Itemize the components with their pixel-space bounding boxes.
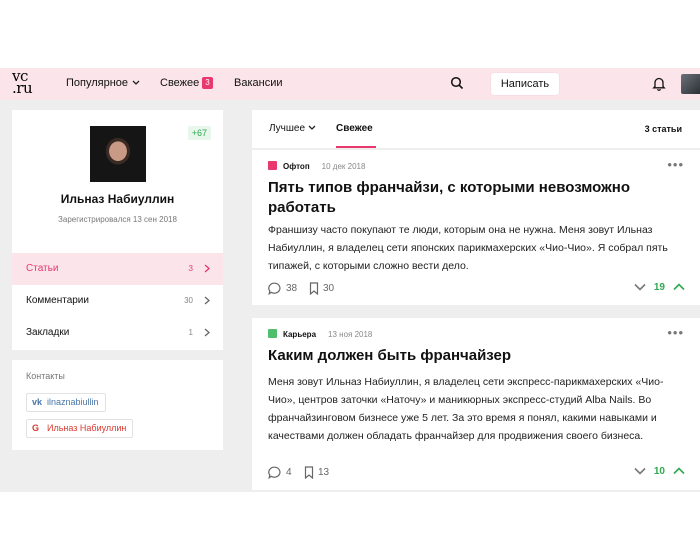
- comments-counter[interactable]: 38: [268, 282, 298, 296]
- profile-menu-articles[interactable]: Статьи 3: [12, 253, 223, 285]
- comment-icon: [268, 466, 281, 480]
- nav-fresh[interactable]: Свежее 3: [160, 77, 213, 89]
- post-meta: Офтоп 10 дек 2018: [268, 161, 365, 171]
- post-date: 13 ноя 2018: [328, 330, 373, 339]
- bell-icon[interactable]: [652, 76, 666, 91]
- profile-menu-bookmarks[interactable]: Закладки 1: [12, 317, 223, 349]
- comments-count: 4: [286, 467, 292, 479]
- category-icon: [268, 329, 277, 338]
- bookmark-icon: [304, 466, 314, 480]
- write-button[interactable]: Написать: [491, 73, 559, 95]
- contacts-card: Контакты vk ilnaznabiullin G Ильназ Набиул…: [12, 360, 223, 450]
- nav-popular-label: Популярное: [66, 77, 129, 89]
- chevron-down-icon: [132, 80, 140, 86]
- post-category[interactable]: Карьера: [283, 330, 316, 339]
- bookmarks-count: 13: [318, 467, 330, 479]
- post-title[interactable]: Пять типов франчайзи, с которыми невозмо…: [268, 178, 678, 218]
- fresh-count-badge: 3: [202, 77, 213, 89]
- tab-fresh[interactable]: Свежее: [336, 123, 373, 134]
- feed-tabs-bar: Лучшее Свежее 3 статьи: [252, 110, 700, 148]
- nav-popular[interactable]: Популярное: [66, 77, 140, 89]
- chevron-down-icon: [308, 125, 316, 131]
- profile-avatar: [90, 126, 146, 182]
- vote-up-icon[interactable]: [673, 283, 685, 291]
- vc-logo[interactable]: vc .ru: [12, 69, 40, 98]
- tab-best-label: Лучшее: [269, 123, 306, 134]
- chevron-right-icon: [204, 296, 210, 305]
- post-category[interactable]: Офтоп: [283, 162, 310, 171]
- articles-count: 3 статьи: [644, 124, 682, 134]
- post-rating: 19: [634, 282, 685, 293]
- registration-date: Зарегистрировался 13 сен 2018: [58, 215, 177, 224]
- category-icon: [268, 161, 277, 170]
- comments-count: 38: [286, 283, 298, 295]
- vk-contact-label: ilnaznabiullin: [47, 397, 99, 407]
- menu-label: Закладки: [26, 327, 70, 338]
- post-meta: Карьера 13 ноя 2018: [268, 329, 372, 339]
- menu-count: 30: [184, 296, 193, 305]
- rating-value: 10: [653, 466, 665, 477]
- chevron-right-icon: [204, 264, 210, 273]
- bookmarks-counter[interactable]: 30: [309, 282, 335, 296]
- vk-contact-link[interactable]: vk ilnaznabiullin: [26, 393, 106, 412]
- bookmark-icon: [309, 282, 319, 296]
- tab-best[interactable]: Лучшее: [269, 123, 316, 134]
- vote-down-icon[interactable]: [634, 467, 646, 475]
- chevron-right-icon: [204, 328, 210, 337]
- comment-icon: [268, 282, 281, 296]
- search-icon[interactable]: [450, 76, 464, 90]
- profile-card: +67 Ильназ Набиуллин Зарегистрировался 1…: [12, 110, 223, 350]
- post-card: Карьера 13 ноя 2018 ••• Каким должен быть…: [252, 318, 700, 490]
- profile-name: Ильназ Набиуллин: [60, 192, 175, 206]
- active-tab-indicator: [336, 146, 376, 148]
- nav-jobs[interactable]: Вакансии: [234, 77, 283, 89]
- bookmarks-count: 30: [323, 283, 335, 295]
- menu-count: 1: [188, 328, 193, 337]
- post-title[interactable]: Каким должен быть франчайзер: [268, 346, 678, 366]
- post-rating: 10: [634, 466, 685, 477]
- more-options-icon[interactable]: •••: [667, 325, 684, 340]
- nav-fresh-label: Свежее: [160, 77, 200, 89]
- rating-value: 19: [653, 282, 665, 293]
- google-contact-label: Ильназ Набиуллин: [47, 423, 127, 433]
- google-icon: G: [32, 423, 40, 433]
- profile-menu-comments[interactable]: Комментарии 30: [12, 285, 223, 317]
- nav-jobs-label: Вакансии: [234, 77, 283, 89]
- menu-label: Комментарии: [26, 295, 89, 306]
- vk-icon: vk: [32, 397, 43, 407]
- top-bar: vc .ru Популярное Свежее 3 Вакансии Напис…: [0, 68, 700, 100]
- logo-bottom-text: .ru: [12, 79, 33, 97]
- more-options-icon[interactable]: •••: [667, 157, 684, 172]
- karma-badge[interactable]: +67: [187, 126, 211, 140]
- post-card: Офтоп 10 дек 2018 ••• Пять типов франчайз…: [252, 150, 700, 305]
- vote-down-icon[interactable]: [634, 283, 646, 291]
- menu-count: 3: [188, 264, 193, 273]
- google-contact-link[interactable]: G Ильназ Набиуллин: [26, 419, 134, 438]
- menu-label: Статьи: [26, 263, 59, 274]
- bookmarks-counter[interactable]: 13: [304, 466, 330, 480]
- comments-counter[interactable]: 4: [268, 466, 292, 480]
- post-text[interactable]: Франшизу часто покупают те люди, которым…: [268, 221, 688, 275]
- user-avatar[interactable]: [681, 74, 700, 94]
- vote-up-icon[interactable]: [673, 467, 685, 475]
- post-date: 10 дек 2018: [321, 162, 366, 171]
- post-text[interactable]: Меня зовут Ильназ Набиуллин, я владелец …: [268, 373, 688, 445]
- contacts-title: Контакты: [26, 371, 65, 381]
